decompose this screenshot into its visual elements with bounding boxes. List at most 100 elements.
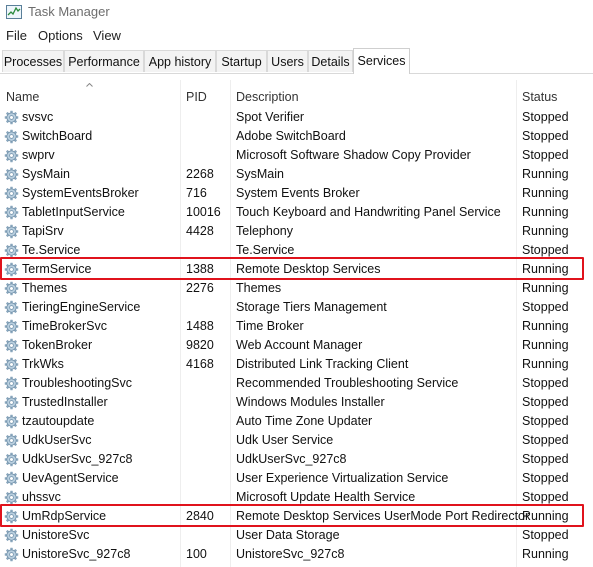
column-header-description[interactable]: Description [236, 90, 299, 104]
service-name: SystemEventsBroker [22, 186, 139, 200]
menu-options[interactable]: Options [38, 28, 83, 43]
service-status: Stopped [522, 528, 569, 542]
table-row[interactable]: swprv Microsoft Software Shadow Copy Pro… [0, 146, 593, 165]
table-row[interactable]: uhssvc Microsoft Update Health Service S… [0, 488, 593, 507]
table-row[interactable]: tzautoupdate Auto Time Zone Updater Stop… [0, 412, 593, 431]
window-title: Task Manager [28, 4, 110, 19]
service-status: Stopped [522, 300, 569, 314]
service-pid: 4168 [186, 357, 214, 371]
gear-icon [4, 205, 19, 220]
service-status: Stopped [522, 395, 569, 409]
gear-icon [4, 528, 19, 543]
tab-performance[interactable]: Performance [64, 50, 144, 72]
service-status: Running [522, 319, 569, 333]
table-row[interactable]: TimeBrokerSvc 1488 Time Broker Running [0, 317, 593, 336]
service-name: SysMain [22, 167, 70, 181]
table-row[interactable]: Themes 2276 Themes Running [0, 279, 593, 298]
service-status: Stopped [522, 452, 569, 466]
service-status: Running [522, 205, 569, 219]
service-name: tzautoupdate [22, 414, 95, 428]
service-name: SwitchBoard [22, 129, 93, 143]
tab-services[interactable]: Services [353, 48, 410, 74]
service-description: Touch Keyboard and Handwriting Panel Ser… [236, 205, 501, 219]
tab-users[interactable]: Users [267, 50, 308, 72]
gear-icon [4, 490, 19, 505]
table-row[interactable]: TokenBroker 9820 Web Account Manager Run… [0, 336, 593, 355]
service-name: TrustedInstaller [22, 395, 108, 409]
service-pid: 1388 [186, 262, 214, 276]
service-pid: 4428 [186, 224, 214, 238]
service-description: System Events Broker [236, 186, 360, 200]
table-row[interactable]: UmRdpService 2840 Remote Desktop Service… [0, 507, 593, 526]
table-row[interactable]: UnistoreSvc_927c8 100 UnistoreSvc_927c8 … [0, 545, 593, 564]
table-row[interactable]: TrkWks 4168 Distributed Link Tracking Cl… [0, 355, 593, 374]
service-pid: 2840 [186, 509, 214, 523]
table-row[interactable]: Te.Service Te.Service Stopped [0, 241, 593, 260]
service-pid: 2268 [186, 167, 214, 181]
table-row[interactable]: UdkUserSvc_927c8 UdkUserSvc_927c8 Stoppe… [0, 450, 593, 469]
service-description: Telephony [236, 224, 293, 238]
gear-icon [4, 414, 19, 429]
table-row[interactable]: TroubleshootingSvc Recommended Troublesh… [0, 374, 593, 393]
tab-details[interactable]: Details [308, 50, 353, 72]
service-description: User Data Storage [236, 528, 340, 542]
service-name: TapiSrv [22, 224, 64, 238]
table-row[interactable]: SysMain 2268 SysMain Running [0, 165, 593, 184]
gear-icon [4, 395, 19, 410]
service-description: Te.Service [236, 243, 295, 257]
table-row[interactable]: SwitchBoard Adobe SwitchBoard Stopped [0, 127, 593, 146]
service-description: Auto Time Zone Updater [236, 414, 373, 428]
service-description: SysMain [236, 167, 284, 181]
services-table: Name PID Description Status svsvc Spot V… [0, 80, 593, 567]
table-header: Name PID Description Status [0, 80, 593, 108]
gear-icon [4, 243, 19, 258]
menu-file[interactable]: File [6, 28, 27, 43]
gear-icon [4, 509, 19, 524]
service-status: Stopped [522, 110, 569, 124]
gear-icon [4, 547, 19, 562]
service-pid: 9820 [186, 338, 214, 352]
tab-bar: Processes Performance App history Startu… [0, 48, 593, 74]
gear-icon [4, 129, 19, 144]
gear-icon [4, 186, 19, 201]
service-status: Running [522, 509, 569, 523]
service-description: Web Account Manager [236, 338, 363, 352]
table-row[interactable]: svsvc Spot Verifier Stopped [0, 108, 593, 127]
service-status: Running [522, 281, 569, 295]
column-header-name[interactable]: Name [6, 90, 39, 104]
service-description: User Experience Virtualization Service [236, 471, 449, 485]
service-status: Stopped [522, 148, 569, 162]
table-row[interactable]: TermService 1388 Remote Desktop Services… [0, 260, 593, 279]
service-pid: 1488 [186, 319, 214, 333]
sort-ascending-icon [86, 83, 93, 87]
service-name: TermService [22, 262, 92, 276]
table-row[interactable]: TapiSrv 4428 Telephony Running [0, 222, 593, 241]
service-name: Themes [22, 281, 68, 295]
table-row[interactable]: TieringEngineService Storage Tiers Manag… [0, 298, 593, 317]
service-name: svsvc [22, 110, 54, 124]
task-manager-icon [6, 5, 22, 19]
gear-icon [4, 148, 19, 163]
table-row[interactable]: UnistoreSvc User Data Storage Stopped [0, 526, 593, 545]
service-name: TimeBrokerSvc [22, 319, 107, 333]
table-row[interactable]: TabletInputService 10016 Touch Keyboard … [0, 203, 593, 222]
gear-icon [4, 357, 19, 372]
service-description: Udk User Service [236, 433, 334, 447]
table-row[interactable]: SystemEventsBroker 716 System Events Bro… [0, 184, 593, 203]
menu-view[interactable]: View [93, 28, 121, 43]
tab-app-history[interactable]: App history [144, 50, 216, 72]
service-name: UnistoreSvc_927c8 [22, 547, 131, 561]
tab-processes[interactable]: Processes [2, 50, 64, 72]
tab-startup[interactable]: Startup [216, 50, 267, 72]
column-header-pid[interactable]: PID [186, 90, 207, 104]
service-name: TrkWks [22, 357, 64, 371]
service-description: Recommended Troubleshooting Service [236, 376, 459, 390]
gear-icon [4, 433, 19, 448]
service-name: UmRdpService [22, 509, 107, 523]
table-row[interactable]: UdkUserSvc Udk User Service Stopped [0, 431, 593, 450]
column-header-status[interactable]: Status [522, 90, 557, 104]
table-row[interactable]: TrustedInstaller Windows Modules Install… [0, 393, 593, 412]
table-row[interactable]: UevAgentService User Experience Virtuali… [0, 469, 593, 488]
service-name: UnistoreSvc [22, 528, 90, 542]
service-name: Te.Service [22, 243, 81, 257]
